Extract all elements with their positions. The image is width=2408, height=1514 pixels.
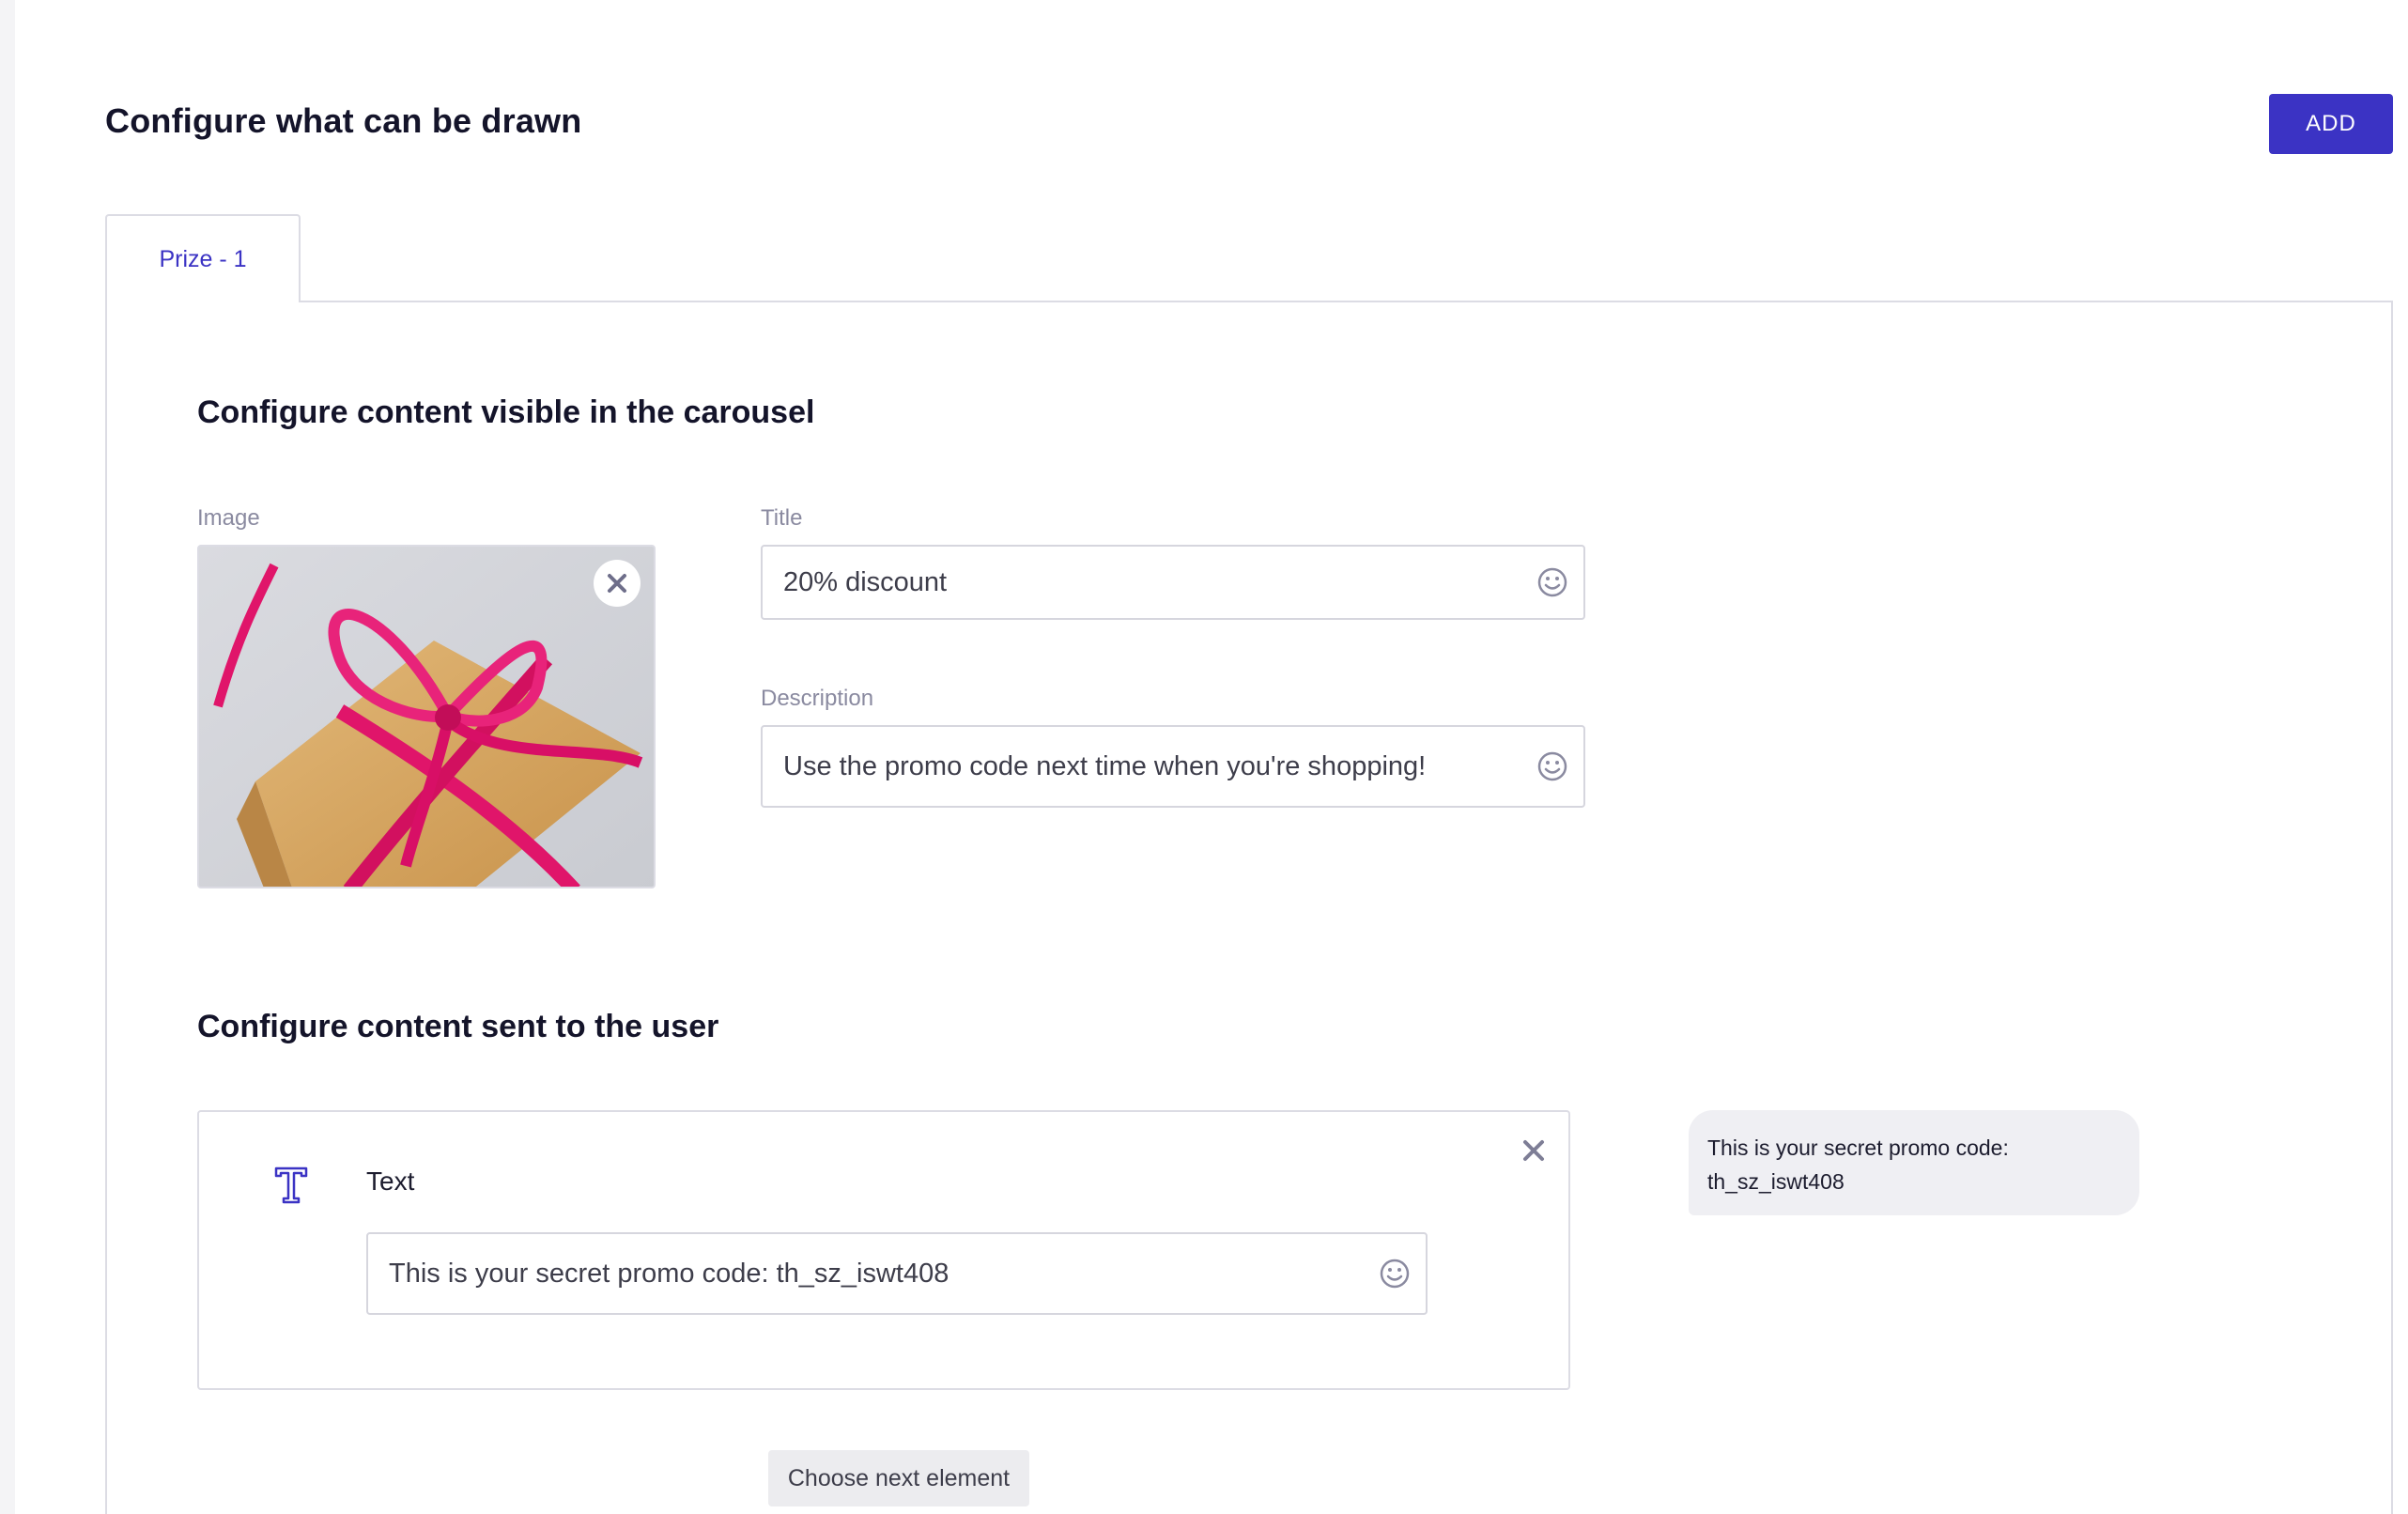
smiley-icon[interactable] [1536,750,1568,782]
close-icon[interactable] [1518,1135,1550,1166]
remove-image-button[interactable] [594,560,641,607]
title-input-value: 20% discount [783,566,948,597]
gift-image [199,547,654,887]
description-input-value: Use the promo code next time when you're… [783,750,1427,781]
carousel-section-title: Configure content visible in the carouse… [197,394,815,430]
message-preview-bubble: This is your secret promo code: th_sz_is… [1689,1110,2139,1215]
tab-label: Prize - 1 [159,245,247,272]
preview-line-1: This is your secret promo code: [1707,1136,2009,1160]
element-type-label: Text [366,1166,415,1196]
title-input[interactable]: 20% discount [761,545,1585,620]
text-type-icon [274,1166,308,1204]
page: Configure what can be drawn ADD Prize - … [15,0,2408,1514]
tab-prize-1[interactable]: Prize - 1 [105,214,301,302]
image-label: Image [197,505,260,531]
description-input[interactable]: Use the promo code next time when you're… [761,725,1585,808]
user-content-section-title: Configure content sent to the user [197,1009,719,1044]
message-text-value: This is your secret promo code: th_sz_is… [389,1258,949,1289]
message-text-input[interactable]: This is your secret promo code: th_sz_is… [366,1232,1428,1315]
close-icon [608,574,626,593]
smiley-icon[interactable] [1536,566,1568,598]
prize-image[interactable] [197,545,656,888]
add-button[interactable]: ADD [2269,94,2393,154]
smiley-icon[interactable] [1379,1258,1411,1290]
page-title: Configure what can be drawn [105,101,582,140]
choose-next-element-button[interactable]: Choose next element [768,1450,1029,1506]
description-label: Description [761,686,874,711]
title-label: Title [761,505,803,531]
preview-line-2: th_sz_iswt408 [1707,1169,1845,1194]
text-element-card: Text This is your secret promo code: th_… [197,1110,1570,1390]
